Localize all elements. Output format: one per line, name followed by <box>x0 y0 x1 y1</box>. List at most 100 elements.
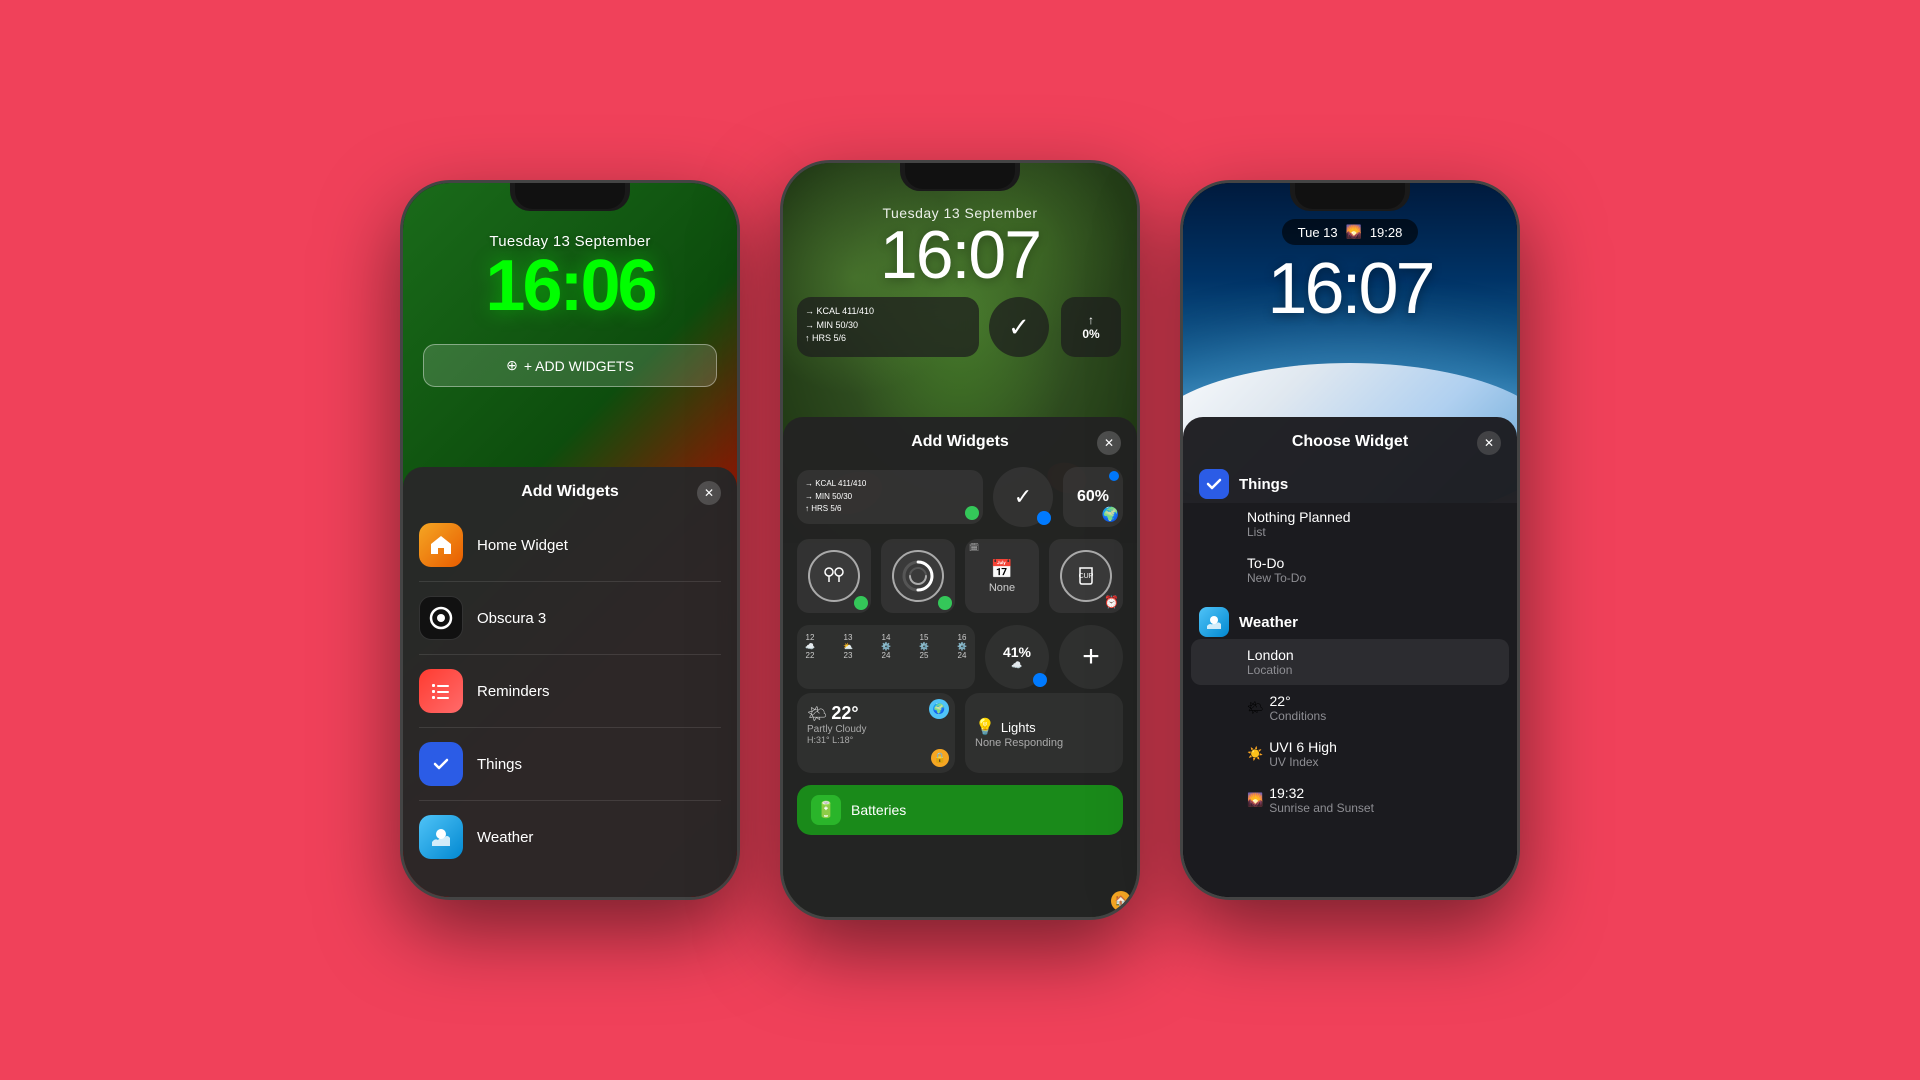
close-button-1[interactable]: ✕ <box>697 481 721 505</box>
pct60-widget[interactable]: 60% 🌍 <box>1063 467 1123 527</box>
weather-section-icon <box>1199 607 1229 637</box>
blue-badge-2 <box>1033 673 1047 687</box>
things-label: Things <box>477 756 522 773</box>
add-widgets-panel: Add Widgets ✕ Home Widget Obscura 3 <box>403 467 737 897</box>
things-section-icon <box>1199 469 1229 499</box>
list-item-things[interactable]: Things <box>403 732 737 796</box>
none-widget[interactable]: 📅 None 🗓 <box>965 539 1039 613</box>
weather-conditions[interactable]: 🌤 22° Conditions <box>1191 685 1509 731</box>
bulb-icon: 💡 <box>975 717 995 737</box>
things-section-header: Things <box>1183 461 1517 501</box>
choose-widget-panel: Choose Widget ✕ Things Nothing Planned L… <box>1183 417 1517 897</box>
panel-title-2: Add Widgets <box>911 433 1009 451</box>
widget-grid-row2: 📅 None 🗓 CUP ⏰ <box>783 531 1137 621</box>
forecast-widget[interactable]: 12☁️22 13⛅23 14⚙️24 15⚙️25 16⚙️24 <box>797 625 975 689</box>
time-label-3: 16:07 <box>1183 253 1517 325</box>
uvi-title: UVI 6 High <box>1269 739 1337 755</box>
panel-header-2: Add Widgets ✕ <box>783 433 1137 463</box>
lights-widget[interactable]: 💡 Lights None Responding 🏠 <box>965 693 1123 773</box>
phone-2: Tuesday 13 September 16:07 → KCAL 411/41… <box>780 160 1140 920</box>
add-widgets-label: + ADD WIDGETS <box>524 358 634 374</box>
ring-circle <box>892 550 944 602</box>
blue-badge-1 <box>1037 511 1051 525</box>
cup-widget[interactable]: CUP ⏰ <box>1049 539 1123 613</box>
weather-label: Weather <box>477 829 533 846</box>
todo-sub: New To-Do <box>1247 571 1493 585</box>
status-time: 19:28 <box>1370 225 1403 240</box>
sunrise-text: 19:32 Sunrise and Sunset <box>1269 785 1374 815</box>
activity-widget-sm[interactable]: → KCAL 411/410→ MIN 50/30↑ HRS 5/6 <box>797 470 983 524</box>
status-bar-3: Tue 13 🌄 19:28 <box>1183 219 1517 245</box>
list-item-weather[interactable]: Weather <box>403 805 737 869</box>
phone-3: Tue 13 🌄 19:28 16:07 Choose Widget ✕ Thi… <box>1180 180 1520 900</box>
things-nothing-planned[interactable]: Nothing Planned List <box>1191 501 1509 547</box>
weather-sunrise[interactable]: 🌄 19:32 Sunrise and Sunset <box>1191 777 1509 823</box>
check-widget-sm[interactable]: ✓ <box>993 467 1053 527</box>
list-item-reminders[interactable]: Reminders <box>403 659 737 723</box>
conditions-title: 22° <box>1270 693 1327 709</box>
weather-app-badge: 🌍 <box>929 699 949 719</box>
conditions-text: 22° Conditions <box>1270 693 1327 723</box>
sunrise-icon: 🌄 <box>1346 224 1362 240</box>
ring41-widget[interactable]: 41% ☁️ <box>985 625 1049 689</box>
widget-bottom-row: 🌤 22° Partly Cloudy H:31° L:18° 🔒 🌍 💡 Li… <box>783 693 1137 779</box>
cw-close-button[interactable]: ✕ <box>1477 431 1501 455</box>
widgets-row-2: → KCAL 411/410→ MIN 50/30↑ HRS 5/6 ✓ ↑0% <box>783 289 1137 365</box>
screen-1: Tuesday 13 September 16:06 ⊕ + ADD WIDGE… <box>403 183 737 897</box>
lights-label: Lights <box>1001 720 1036 735</box>
panel-header-1: Add Widgets ✕ <box>403 483 737 513</box>
sunrise-title: 19:32 <box>1269 785 1374 801</box>
weather-uvi[interactable]: ☀️ UVI 6 High UV Index <box>1191 731 1509 777</box>
obscura-label: Obscura 3 <box>477 610 546 627</box>
screen-2: Tuesday 13 September 16:07 → KCAL 411/41… <box>783 163 1137 917</box>
weather-top: 🌤 22° <box>807 703 945 724</box>
airpods-widget[interactable] <box>797 539 871 613</box>
calendar-icon-sm: 🗓 <box>969 543 979 552</box>
close-button-2[interactable]: ✕ <box>1097 431 1121 455</box>
uvi-row: ☀️ UVI 6 High UV Index <box>1247 739 1493 769</box>
homewidget-label: Home Widget <box>477 537 568 554</box>
pct-widget[interactable]: ↑0% <box>1059 297 1123 357</box>
batteries-button[interactable]: 🔋 Batteries <box>797 785 1123 835</box>
reminders-icon <box>419 669 463 713</box>
batteries-label: Batteries <box>851 802 906 818</box>
weather-section-header: Weather <box>1183 599 1517 639</box>
none-cell-content: 📅 None <box>989 559 1015 594</box>
add-widgets-button[interactable]: ⊕ + ADD WIDGETS <box>423 344 717 387</box>
things-icon <box>419 742 463 786</box>
earth-emoji: 🌍 <box>1102 506 1119 523</box>
check-widget[interactable]: ✓ <box>987 297 1051 357</box>
list-item-obscura[interactable]: Obscura 3 <box>403 586 737 650</box>
weather-bottom-widget[interactable]: 🌤 22° Partly Cloudy H:31° L:18° 🔒 🌍 <box>797 693 955 773</box>
notch-1 <box>515 183 625 209</box>
notch-2 <box>905 163 1015 189</box>
add-widget-plus[interactable]: + <box>1059 625 1123 689</box>
things-todo[interactable]: To-Do New To-Do <box>1191 547 1509 593</box>
ring-widget[interactable] <box>881 539 955 613</box>
weather-section-title: Weather <box>1239 614 1298 631</box>
time-label-1: 16:06 <box>423 250 717 322</box>
todo-title: To-Do <box>1247 555 1493 571</box>
sunrise-sub: Sunrise and Sunset <box>1269 801 1374 815</box>
uvi-text: UVI 6 High UV Index <box>1269 739 1337 769</box>
green-badge-2 <box>854 596 868 610</box>
sunrise-icon-sm: 🌄 <box>1247 792 1263 808</box>
widget-row-3: 12☁️22 13⛅23 14⚙️24 15⚙️25 16⚙️24 <box>783 621 1137 693</box>
weather-desc: Partly Cloudy <box>807 724 945 735</box>
screen-3: Tue 13 🌄 19:28 16:07 Choose Widget ✕ Thi… <box>1183 183 1517 897</box>
green-badge-1 <box>965 506 979 520</box>
conditions-row: 🌤 22° Conditions <box>1247 693 1493 723</box>
activity-text: → KCAL 411/410→ MIN 50/30↑ HRS 5/6 <box>805 305 971 346</box>
weather-temp: 22° <box>831 703 858 724</box>
weather-range: H:31° L:18° <box>807 735 945 745</box>
list-item-homewidget[interactable]: Home Widget <box>403 513 737 577</box>
plus-icon: ⊕ <box>506 357 518 374</box>
weather-london[interactable]: London Location <box>1191 639 1509 685</box>
notch-3 <box>1295 183 1405 209</box>
activity-widget[interactable]: → KCAL 411/410→ MIN 50/30↑ HRS 5/6 <box>797 297 979 357</box>
ring41-sub: ☁️ <box>1011 660 1022 671</box>
status-date: Tue 13 <box>1298 225 1338 240</box>
cloud-icon-sm: 🌤 <box>1247 700 1264 716</box>
nothing-planned-sub: List <box>1247 525 1493 539</box>
divider-1 <box>419 581 721 582</box>
